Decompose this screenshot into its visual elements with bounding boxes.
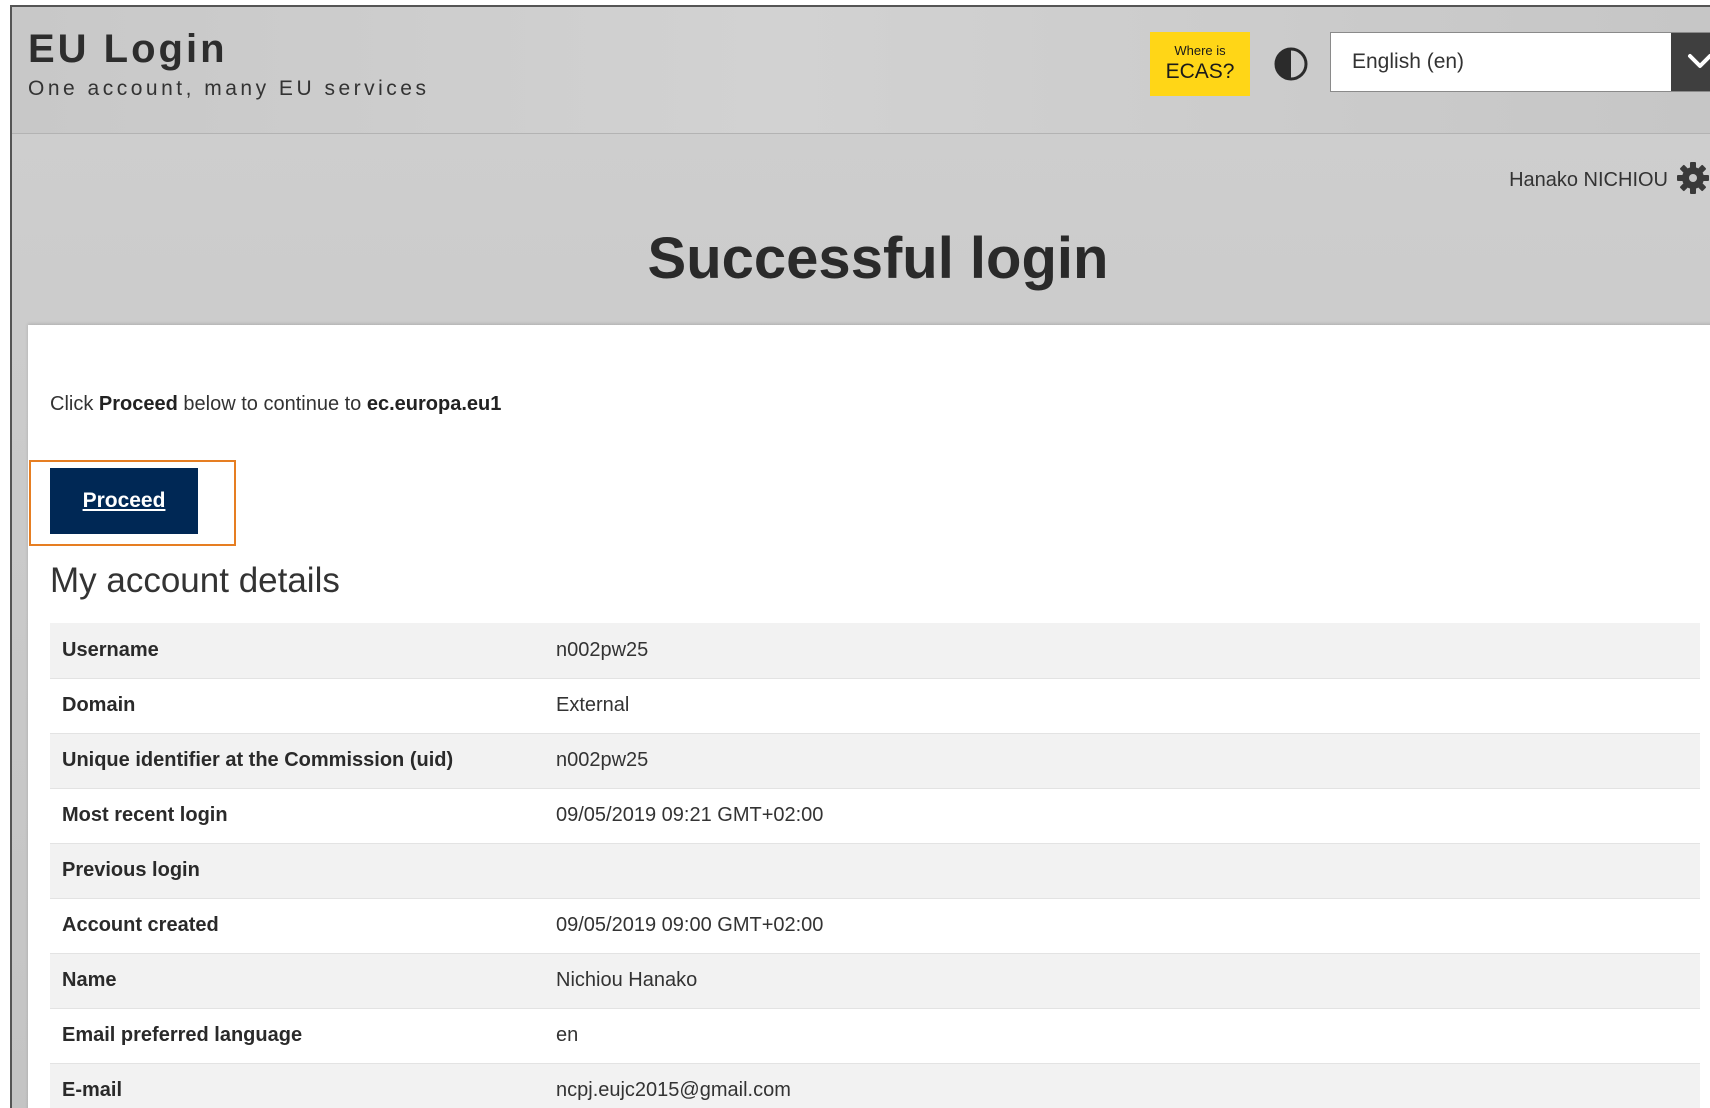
row-value: Nichiou Hanako [556, 969, 698, 991]
proceed-instructions: Click Proceed below to continue to ec.eu… [50, 393, 501, 416]
table-row: Account created 09/05/2019 09:00 GMT+02:… [50, 898, 1700, 953]
site-header: EU Login One account, many EU services W… [12, 7, 1710, 134]
language-select[interactable]: English (en) [1330, 32, 1710, 92]
row-key: Name [62, 969, 117, 991]
account-details-table: Username n002pw25 Domain External Unique… [50, 623, 1700, 1108]
browser-frame: EU Login One account, many EU services W… [10, 5, 1710, 1108]
table-row: Most recent login 09/05/2019 09:21 GMT+0… [50, 788, 1700, 843]
row-key: Most recent login [62, 804, 228, 826]
row-key: E-mail [62, 1079, 123, 1101]
where-is-ecas-button[interactable]: Where is ECAS? [1150, 32, 1250, 96]
row-key: Previous login [62, 859, 200, 881]
row-key: Email preferred language [62, 1024, 303, 1046]
row-value [544, 843, 1700, 898]
table-row: Domain External [50, 678, 1700, 733]
account-details-title: My account details [50, 561, 340, 600]
table-row: E-mail ncpj.eujc2015@gmail.com [50, 1063, 1700, 1108]
row-value: n002pw25 [556, 638, 649, 661]
table-row: Email preferred language en [50, 1008, 1700, 1063]
language-select-value: English (en) [1352, 50, 1465, 73]
user-name: Hanako NICHIOU [1509, 168, 1668, 191]
row-value: ncpj.eujc2015@gmail.com [556, 1079, 791, 1101]
page-title: Successful login [647, 226, 1109, 291]
chevron-down-icon[interactable] [1671, 33, 1710, 91]
row-key: Account created [62, 914, 219, 936]
intro-prefix: Click [50, 393, 94, 415]
contrast-icon[interactable] [1274, 47, 1308, 81]
ecas-badge-small-text: Where is [1174, 43, 1226, 58]
main-content: Click Proceed below to continue to ec.eu… [28, 325, 1710, 1108]
row-key: Domain [62, 694, 136, 716]
row-key: Unique identifier at the Commission (uid… [62, 749, 454, 771]
row-value: External [556, 694, 630, 716]
row-value: en [556, 1024, 579, 1046]
intro-destination: ec.europa.eu1 [366, 393, 502, 415]
row-value: n002pw25 [556, 749, 649, 771]
gear-icon[interactable] [1676, 161, 1710, 200]
table-row: Unique identifier at the Commission (uid… [50, 733, 1700, 788]
ecas-badge-big-text: ECAS? [1165, 60, 1235, 83]
intro-middle: below to continue to [183, 393, 362, 415]
brand-title: EU Login [28, 27, 228, 71]
user-menu[interactable]: Hanako NICHIOU [1509, 160, 1710, 200]
proceed-button[interactable]: Proceed [50, 468, 198, 534]
row-value: 09/05/2019 09:21 GMT+02:00 [556, 804, 824, 826]
row-value: 09/05/2019 09:00 GMT+02:00 [556, 914, 824, 936]
table-row: Previous login [50, 843, 1700, 898]
intro-proceed-word: Proceed [98, 393, 178, 415]
table-row: Username n002pw25 [50, 623, 1700, 678]
row-key: Username [62, 638, 159, 661]
table-row: Name Nichiou Hanako [50, 953, 1700, 1008]
brand-subtitle: One account, many EU services [28, 77, 430, 100]
